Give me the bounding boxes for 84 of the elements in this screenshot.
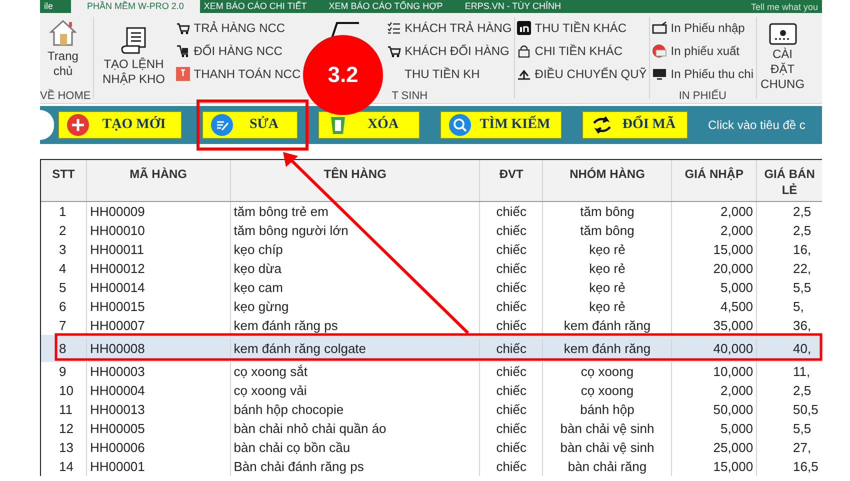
table-cell-text: 40, xyxy=(792,340,812,358)
ribbon-button[interactable]: In Phiếu nhập xyxy=(652,19,754,36)
table-cell-text: 5,5 xyxy=(792,420,812,438)
table-cell-text: 2,5 xyxy=(792,222,812,240)
edit-icon xyxy=(211,114,233,136)
table-cell-text: 27, xyxy=(792,439,812,457)
table-cell: 8 xyxy=(41,339,87,358)
toolbar-button[interactable]: TÌM KIẾM xyxy=(440,111,562,139)
ribbon-button[interactable]: In phiếu xuất xyxy=(652,42,754,59)
group-label: IN PHIẾU xyxy=(678,89,728,103)
tray-icon xyxy=(652,20,667,34)
ribbon-tab[interactable]: XEM BÁO CÁO CHI TIẾT xyxy=(200,0,325,13)
table-cell: kem đánh răng ps xyxy=(230,316,480,335)
padlock-icon xyxy=(516,44,531,58)
table-cell: 14 xyxy=(41,457,87,476)
column-header[interactable]: GIÁ NHẬP xyxy=(672,160,758,201)
table-cell-text: 36, xyxy=(792,317,812,335)
ribbon-tab[interactable]: ERPS.VN - TÙY CHỈNH xyxy=(460,0,579,13)
table-cell-text: 2,5 xyxy=(792,203,812,221)
ribbon-button[interactable]: THU TIỀN KH xyxy=(386,65,512,82)
search-icon xyxy=(449,114,471,136)
column-header[interactable]: MÃ HÀNG xyxy=(86,160,231,201)
table-cell-text: 2,5 xyxy=(792,382,812,400)
ribbon-tab[interactable]: XEM BÁO CÁO TỔNG HỢP xyxy=(324,0,461,13)
table-cell: Bàn chải đánh răng ps xyxy=(230,457,480,476)
house-icon xyxy=(48,17,78,47)
toolbar-edge xyxy=(40,110,54,140)
table-cell: chiếc xyxy=(480,339,544,358)
ribbon-button[interactable]: KHÁCH TRẢ HÀNG xyxy=(386,19,512,36)
table-cell: 35,000 xyxy=(672,316,758,335)
column-header[interactable]: GIÁ BÁN LẺ xyxy=(757,160,822,201)
card-icon xyxy=(176,66,190,80)
table-cell: chiếc xyxy=(480,316,544,335)
column-header[interactable]: STT xyxy=(41,160,87,201)
column-header[interactable]: ĐVT xyxy=(480,160,544,201)
swap-icon xyxy=(591,116,613,134)
checklist-icon xyxy=(386,20,401,34)
ribbon-button[interactable]: ĐỔI HÀNG NCC xyxy=(176,42,301,59)
square-icon xyxy=(516,20,531,34)
ribbon-button[interactable]: CHI TIỀN KHÁC xyxy=(516,42,647,59)
table-cell-text: 50,5 xyxy=(792,401,820,419)
table-cell-text: 16,5 xyxy=(792,458,820,476)
table-cell: 40,000 xyxy=(672,339,758,358)
ribbon-button[interactable]: ĐIỀU CHUYỂN QUỸ xyxy=(516,65,647,82)
table-cell: HH00007 xyxy=(86,316,231,335)
table-cell-text: 16, xyxy=(792,241,812,259)
plus-icon xyxy=(67,114,89,136)
monitor-icon xyxy=(652,66,667,80)
table-cell: HH00001 xyxy=(86,457,231,476)
table-cell: kem đánh răng xyxy=(543,339,672,358)
table-cell-text: 5, xyxy=(792,298,805,316)
column-header[interactable]: NHÓM HÀNG xyxy=(543,160,672,201)
toolbar-button[interactable]: ĐỔI MÃ xyxy=(582,111,688,139)
ribbon-button[interactable]: THANH TOÁN NCC xyxy=(176,65,301,82)
table-cell-text: 11, xyxy=(792,363,812,381)
table-cell: HH00008 xyxy=(86,339,231,358)
home-button[interactable]: Trang chủ xyxy=(40,17,86,79)
ribbon-button[interactable]: TRẢ HÀNG NCC xyxy=(176,19,301,36)
toolbar-button[interactable]: SỬA xyxy=(202,111,298,139)
group-label: T SINH xyxy=(390,89,429,103)
table-cell: chiếc xyxy=(480,457,544,476)
table-cell: bàn chải răng xyxy=(543,457,672,476)
scroll-icon xyxy=(118,25,149,55)
ribbon-button[interactable]: THU TIỀN KHÁC xyxy=(516,19,647,36)
ribbon-button[interactable]: KHÁCH ĐỔI HÀNG xyxy=(386,42,512,59)
cart-icon xyxy=(386,44,401,58)
table-cell: kem đánh răng xyxy=(543,316,672,335)
toolbar-button[interactable]: TẠO MỚI xyxy=(58,111,182,139)
table-cell-text: 22, xyxy=(792,260,812,278)
settings-button[interactable]: CÀI ĐẶT CHUNG xyxy=(758,23,807,92)
group-label: VỀ HOME xyxy=(40,89,91,103)
hint-text: Click vào tiêu đề c xyxy=(708,118,806,132)
import-order-button[interactable]: TẠO LỆNH NHẬP KHO xyxy=(96,25,172,87)
trolley-icon xyxy=(176,44,190,58)
table-cell: 15,000 xyxy=(672,457,758,476)
table-cell: kem đánh răng colgate xyxy=(230,339,480,358)
tell-me-field[interactable]: Tell me what you xyxy=(750,2,822,12)
cart-icon xyxy=(176,20,190,34)
table-cell-text: 5,5 xyxy=(792,279,812,297)
toolbar-button[interactable]: XÓA xyxy=(318,111,420,139)
settings-icon xyxy=(768,23,797,45)
ribbon-tab[interactable]: PHẦN MỀM W-PRO 2.0 xyxy=(71,0,200,13)
ribbon-tab[interactable]: ile xyxy=(40,0,72,13)
ribbon-button[interactable]: In Phiếu thu chi xyxy=(652,65,754,82)
